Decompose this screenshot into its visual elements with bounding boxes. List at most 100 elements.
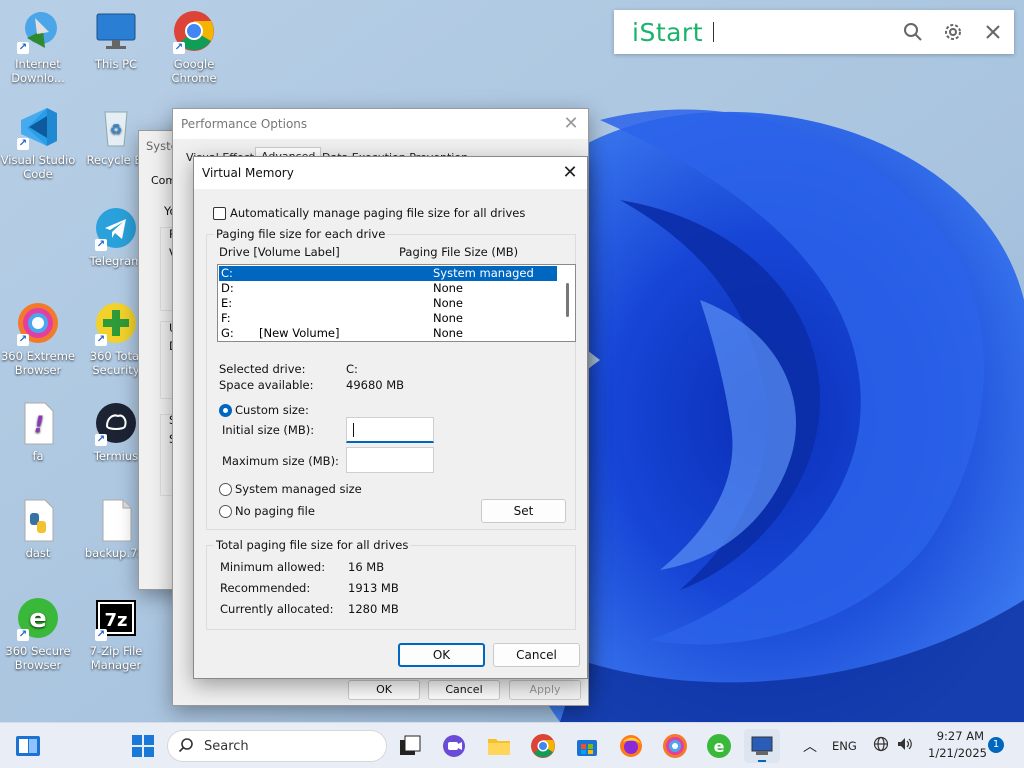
widgets-icon[interactable] [14, 732, 42, 760]
istart-search-bar[interactable]: iStart [614, 10, 1014, 54]
cancel-button[interactable]: Cancel [493, 643, 580, 667]
desktop-icon-label: fa [32, 449, 44, 463]
auto-manage-label: Automatically manage paging file size fo… [230, 206, 526, 220]
performance-options-title: Performance Options [181, 117, 308, 131]
drive-list-row[interactable]: C: System managed [219, 266, 557, 281]
volume-icon[interactable] [896, 736, 914, 755]
initial-size-input[interactable] [346, 417, 434, 443]
clock-date[interactable]: 1/21/2025 [928, 746, 987, 760]
close-icon[interactable]: ✕ [562, 115, 580, 133]
istart-logo: iStart [632, 17, 704, 47]
no-paging-radio[interactable] [219, 505, 232, 518]
no-paging-label: No paging file [235, 504, 315, 518]
microsoft-store-icon[interactable] [573, 732, 601, 760]
desktop-icon-google-chrome[interactable]: ↗ Google Chrome [156, 8, 232, 85]
drive-letter: F: [221, 311, 231, 325]
chrome-icon: ↗ [171, 8, 217, 54]
drive-volume-label: [New Volume] [259, 326, 340, 340]
drive-list[interactable]: C: System managed D: None E: None F: Non… [217, 264, 576, 342]
min-allowed-label: Minimum allowed: [220, 560, 326, 574]
notification-badge[interactable]: 1 [988, 737, 1004, 753]
meet-icon[interactable] [440, 732, 468, 760]
360-secure-browser-icon[interactable]: e [705, 732, 733, 760]
drive-list-scrollbar[interactable] [566, 283, 569, 317]
desktop-icon-label: Internet Downlo... [11, 57, 65, 85]
recycle-bin-icon: ♻ [93, 104, 139, 150]
selected-drive-label: Selected drive: [219, 362, 306, 376]
7zip-icon: 7z ↗ [93, 595, 139, 641]
drive-list-row[interactable]: F: None [219, 311, 557, 326]
column-header-drive: Drive [Volume Label] [219, 245, 340, 259]
network-icon[interactable] [873, 736, 889, 755]
recommended-label: Recommended: [220, 581, 311, 595]
initial-size-label: Initial size (MB): [222, 423, 315, 437]
desktop-icon-7zip[interactable]: 7z ↗ 7-Zip File Manager [78, 595, 154, 672]
performance-apply-button[interactable]: Apply [509, 680, 581, 700]
system-managed-radio[interactable] [219, 483, 232, 496]
drive-letter: D: [221, 281, 234, 295]
desktop-icon-360-secure-browser[interactable]: e ↗ 360 Secure Browser [0, 595, 76, 672]
desktop-icon-internet-download-manager[interactable]: ↗ Internet Downlo... [0, 8, 76, 85]
close-icon[interactable] [982, 21, 1004, 43]
drive-list-row[interactable]: E: None [219, 296, 557, 311]
system-properties-taskbar-icon[interactable] [744, 729, 780, 763]
360-total-security-icon: ↗ [93, 300, 139, 346]
language-indicator[interactable]: ENG [832, 739, 857, 753]
maximum-size-input[interactable] [346, 447, 434, 473]
virtual-memory-title: Virtual Memory [202, 166, 294, 180]
search-icon[interactable] [902, 21, 924, 43]
taskbar-search-placeholder: Search [204, 739, 249, 754]
desktop-icon-fa[interactable]: ! fa [0, 400, 76, 463]
drive-letter: E: [221, 296, 233, 310]
firefox-icon[interactable] [617, 732, 645, 760]
vscode-icon: ↗ [15, 104, 61, 150]
ok-button[interactable]: OK [398, 643, 485, 667]
internet-download-manager-icon: ↗ [15, 8, 61, 54]
file-explorer-icon[interactable] [485, 732, 513, 760]
desktop-icon-this-pc[interactable]: This PC [78, 8, 154, 71]
performance-ok-button[interactable]: OK [348, 680, 420, 700]
taskbar-search-box[interactable]: Search [167, 730, 387, 762]
python-file-icon [15, 497, 61, 543]
chevron-up-icon[interactable]: ︿ [803, 736, 817, 756]
paging-file-group-title: Paging file size for each drive [214, 227, 388, 241]
task-view-icon[interactable] [396, 732, 424, 760]
auto-manage-checkbox[interactable] [213, 207, 226, 220]
clock-time[interactable]: 9:27 AM [928, 729, 984, 743]
desktop-icon-label: Google Chrome [171, 57, 217, 85]
currently-allocated-value: 1280 MB [348, 602, 399, 616]
selected-drive-value: C: [346, 362, 358, 376]
drive-paging-size: None [433, 326, 464, 340]
custom-size-radio[interactable] [219, 404, 232, 417]
currently-allocated-label: Currently allocated: [220, 602, 334, 616]
desktop-icon-label: 7-Zip File Manager [89, 644, 143, 672]
column-header-size: Paging File Size (MB) [399, 245, 519, 259]
svg-text:e: e [714, 737, 725, 756]
blank-file-icon [93, 497, 139, 543]
desktop-icon-vscode[interactable]: ↗ Visual Studio Code [0, 104, 76, 181]
desktop-icon-360-extreme-browser[interactable]: ↗ 360 Extreme Browser [0, 300, 76, 377]
desktop-icon-dast[interactable]: dast [0, 497, 76, 560]
drive-list-row[interactable]: G: [New Volume] None [219, 326, 557, 341]
svg-text:7z: 7z [104, 610, 127, 631]
360-secure-browser-icon: e ↗ [15, 595, 61, 641]
close-icon[interactable]: ✕ [561, 164, 579, 182]
performance-options-titlebar[interactable]: Performance Options [173, 109, 588, 139]
istart-search-caret[interactable] [713, 22, 715, 42]
drive-letter: C: [221, 266, 233, 280]
space-available-label: Space available: [219, 378, 314, 392]
chrome-icon[interactable] [529, 732, 557, 760]
set-button[interactable]: Set [481, 499, 566, 523]
drive-paging-size: None [433, 296, 464, 310]
gear-icon[interactable] [942, 21, 964, 43]
text-caret [353, 423, 354, 437]
drive-list-row[interactable]: D: None [219, 281, 557, 296]
virtual-memory-titlebar[interactable]: Virtual Memory [194, 157, 587, 189]
search-icon [178, 737, 194, 757]
start-icon[interactable] [129, 732, 157, 760]
performance-cancel-button[interactable]: Cancel [428, 680, 500, 700]
termius-icon: ↗ [93, 400, 139, 446]
desktop-icon-label: 360 Secure Browser [5, 644, 71, 672]
recommended-value: 1913 MB [348, 581, 399, 595]
360-extreme-browser-icon[interactable] [661, 732, 689, 760]
